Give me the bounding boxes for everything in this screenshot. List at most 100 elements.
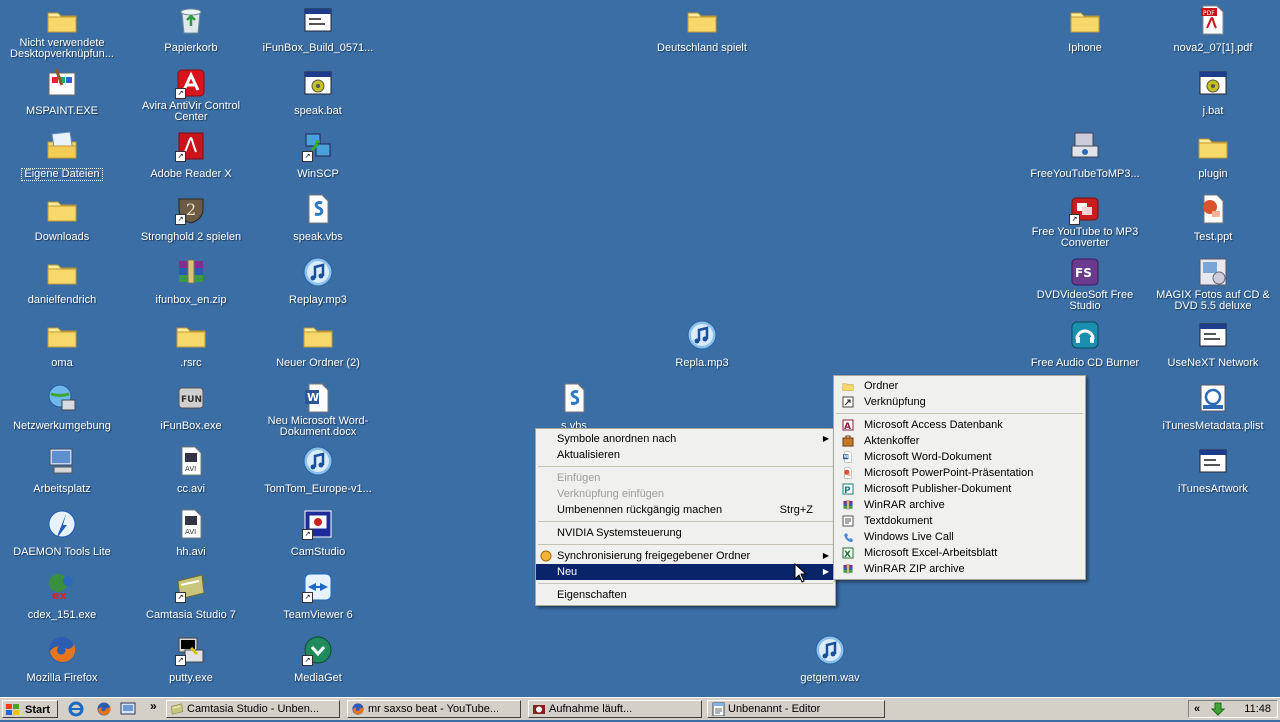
desktop-icon-pdf-file[interactable]: PDF nova2_07[1].pdf (1149, 4, 1277, 56)
quicklaunch-chevron[interactable]: » (150, 699, 157, 713)
start-button[interactable]: Start (2, 700, 58, 718)
desktop-icon-music[interactable]: Replay.mp3 (254, 256, 382, 308)
desktop-icon-bat[interactable]: j.bat (1149, 67, 1277, 119)
desktop-icon-label: iFunBox_Build_0571... (262, 42, 374, 54)
desktop-icon-folder[interactable]: plugin (1149, 130, 1277, 182)
desktop-icon-avira[interactable]: ↗ Avira AntiVir Control Center (127, 67, 255, 125)
menu-item-label: Umbenennen rückgängig machen (557, 504, 723, 516)
desktop-icon-daemon-tools[interactable]: DAEMON Tools Lite (0, 508, 126, 560)
desktop-icon-stronghold[interactable]: 2 ↗ Stronghold 2 spielen (127, 193, 255, 245)
desktop-icon-pdf[interactable]: ↗ Adobe Reader X (127, 130, 255, 182)
shortcut-arrow-icon: ↗ (1069, 214, 1080, 225)
desktop-icon-avi[interactable]: AVI hh.avi (127, 508, 255, 560)
ppt-icon (1197, 193, 1229, 225)
menu-item-aktenkoffer[interactable]: Aktenkoffer (834, 433, 1085, 449)
menu-item-synchronisierung-freigegebener-ordner[interactable]: Synchronisierung freigegebener Ordner ▶ (536, 548, 835, 564)
desktop-icon-exe-window[interactable]: iFunBox_Build_0571... (254, 4, 382, 56)
menu-item-eigenschaften[interactable]: Eigenschaften (536, 587, 835, 603)
menu-item-aktualisieren[interactable]: Aktualisieren (536, 447, 835, 463)
desktop-icon-ifunbox[interactable]: FUN iFunBox.exe (127, 382, 255, 434)
desktop-icon-label: DVDVideoSoft Free Studio (1036, 289, 1134, 312)
menu-item-neu[interactable]: Neu ▶ (536, 564, 835, 580)
task-label: mr saxso beat - YouTube... (368, 703, 500, 715)
desktop-icon-paint[interactable]: MSPAINT.EXE (0, 67, 126, 119)
desktop-icon-plist[interactable]: iTunesMetadata.plist (1149, 382, 1277, 434)
menu-item-windows-live-call[interactable]: Windows Live Call (834, 529, 1085, 545)
menu-item-symbole-anordnen-nach[interactable]: Symbole anordnen nach ▶ (536, 431, 835, 447)
show-desktop-icon[interactable] (120, 701, 136, 717)
desktop-icon-camstudio[interactable]: ↗ CamStudio (254, 508, 382, 560)
menu-item-microsoft-excel-arbeitsblatt[interactable]: X Microsoft Excel-Arbeitsblatt (834, 545, 1085, 561)
desktop-icon-winrar[interactable]: ifunbox_en.zip (127, 256, 255, 308)
desktop-icon-folder[interactable]: Iphone (1021, 4, 1149, 56)
desktop-icon-folder[interactable]: Neuer Ordner (2) (254, 319, 382, 371)
desktop-icon-folder[interactable]: Deutschland spielt (638, 4, 766, 56)
desktop-icon-folder[interactable]: oma (0, 319, 126, 371)
desktop-icon-label: Repla.mp3 (675, 357, 729, 369)
desktop-icon-folder[interactable]: Downloads (0, 193, 126, 245)
desktop-icon-ppt[interactable]: Test.ppt (1149, 193, 1277, 245)
desktop-icon-music[interactable]: TomTom_Europe-v1... (254, 445, 382, 497)
menu-item-umbenennen-rückgängig-machen[interactable]: Umbenennen rückgängig machen Strg+Z (536, 502, 835, 518)
menu-item-ordner[interactable]: Ordner (834, 378, 1085, 394)
taskbar-task-button[interactable]: mr saxso beat - YouTube... (347, 700, 521, 718)
desktop-icon-label: hh.avi (176, 546, 206, 558)
desktop-icon-music[interactable]: Repla.mp3 (638, 319, 766, 371)
ppt-icon (842, 467, 854, 479)
desktop-icon-recycle-bin[interactable]: Papierkorb (127, 4, 255, 56)
camstudio-icon: ↗ (302, 508, 334, 540)
menu-item-nvidia-systemsteuerung[interactable]: NVIDIA Systemsteuerung (536, 525, 835, 541)
desktop-icon-label: MSPAINT.EXE (26, 105, 98, 117)
ie-icon[interactable] (68, 701, 84, 717)
desktop-icon-exe-window[interactable]: iTunesArtwork (1149, 445, 1277, 497)
desktop-icon-word[interactable]: W Neu Microsoft Word-Dokument.docx (254, 382, 382, 440)
desktop-icon-bat[interactable]: speak.bat (254, 67, 382, 119)
desktop-icon-youtube-red[interactable]: ↗ Free YouTube to MP3 Converter (1021, 193, 1149, 251)
menu-item-winrar-zip-archive[interactable]: WinRAR ZIP archive (834, 561, 1085, 577)
music-icon (302, 445, 334, 477)
firefox-icon[interactable] (96, 701, 112, 717)
desktop-icon-folder[interactable]: .rsrc (127, 319, 255, 371)
desktop-icon-my-documents[interactable]: Eigene Dateien (0, 130, 126, 182)
desktop-icon-firefox[interactable]: Mozilla Firefox (0, 634, 126, 686)
taskbar-task-button[interactable]: Camtasia Studio - Unben... (166, 700, 340, 718)
desktop-icon-youtube-mp3[interactable]: FreeYouTubeToMP3... (1021, 130, 1149, 182)
menu-item-textdokument[interactable]: Textdokument (834, 513, 1085, 529)
tray-expand-button[interactable]: « (1194, 701, 1200, 717)
desktop-icon-exe-window[interactable]: UseNeXT Network (1149, 319, 1277, 371)
menu-item-label: Ordner (864, 380, 899, 392)
shortcut-arrow-icon: ↗ (175, 151, 186, 162)
desktop-icon-network[interactable]: Netzwerkumgebung (0, 382, 126, 434)
desktop-icon-dvdvideosoft[interactable]: FS DVDVideoSoft Free Studio (1021, 256, 1149, 314)
desktop-icon-folder[interactable]: Nicht verwendete Desktopverknüpfun... (0, 4, 126, 62)
taskbar-task-button[interactable]: Unbenannt - Editor (707, 700, 885, 718)
desktop-icon-label: FreeYouTubeToMP3... (1030, 168, 1140, 180)
desktop-icon-winscp[interactable]: ↗ WinSCP (254, 130, 382, 182)
desktop-icon-folder[interactable]: danielfendrich (0, 256, 126, 308)
desktop-icon-teamviewer[interactable]: ↗ TeamViewer 6 (254, 571, 382, 623)
menu-item-verknüpfung[interactable]: Verknüpfung (834, 394, 1085, 410)
menu-item-microsoft-access-datenbank[interactable]: A Microsoft Access Datenbank (834, 417, 1085, 433)
desktop-icon-cdex[interactable]: ex cdex_151.exe (0, 571, 126, 623)
computer-icon (46, 445, 78, 477)
desktop-icon-music[interactable]: getgem.wav (766, 634, 894, 686)
desktop-icon-magix[interactable]: MAGIX Fotos auf CD & DVD 5.5 deluxe (1149, 256, 1277, 314)
menu-item-microsoft-publisher-dokument[interactable]: P Microsoft Publisher-Dokument (834, 481, 1085, 497)
desktop-icon-mediaget[interactable]: ↗ MediaGet (254, 634, 382, 686)
avira-icon: ↗ (175, 67, 207, 99)
menu-item-microsoft-word-dokument[interactable]: W Microsoft Word-Dokument (834, 449, 1085, 465)
desktop-icon-camtasia[interactable]: ↗ Camtasia Studio 7 (127, 571, 255, 623)
desktop-icon-putty[interactable]: ↗ putty.exe (127, 634, 255, 686)
menu-item-winrar-archive[interactable]: WinRAR archive (834, 497, 1085, 513)
desktop-icon-label: Free YouTube to MP3 Converter (1031, 226, 1139, 249)
menu-item-microsoft-powerpoint-präsentation[interactable]: Microsoft PowerPoint-Präsentation (834, 465, 1085, 481)
taskbar-task-button[interactable]: Aufnahme läuft... (528, 700, 702, 718)
network-icon (46, 382, 78, 414)
desktop-icon-avi[interactable]: AVI cc.avi (127, 445, 255, 497)
desktop-icon-cd-burner[interactable]: Free Audio CD Burner (1021, 319, 1149, 371)
desktop-icon-vbs[interactable]: s.vbs (510, 382, 638, 434)
desktop-icon-vbs[interactable]: speak.vbs (254, 193, 382, 245)
menu-separator (538, 544, 833, 545)
desktop-icon-computer[interactable]: Arbeitsplatz (0, 445, 126, 497)
safely-remove-hardware-icon[interactable] (1211, 702, 1225, 716)
